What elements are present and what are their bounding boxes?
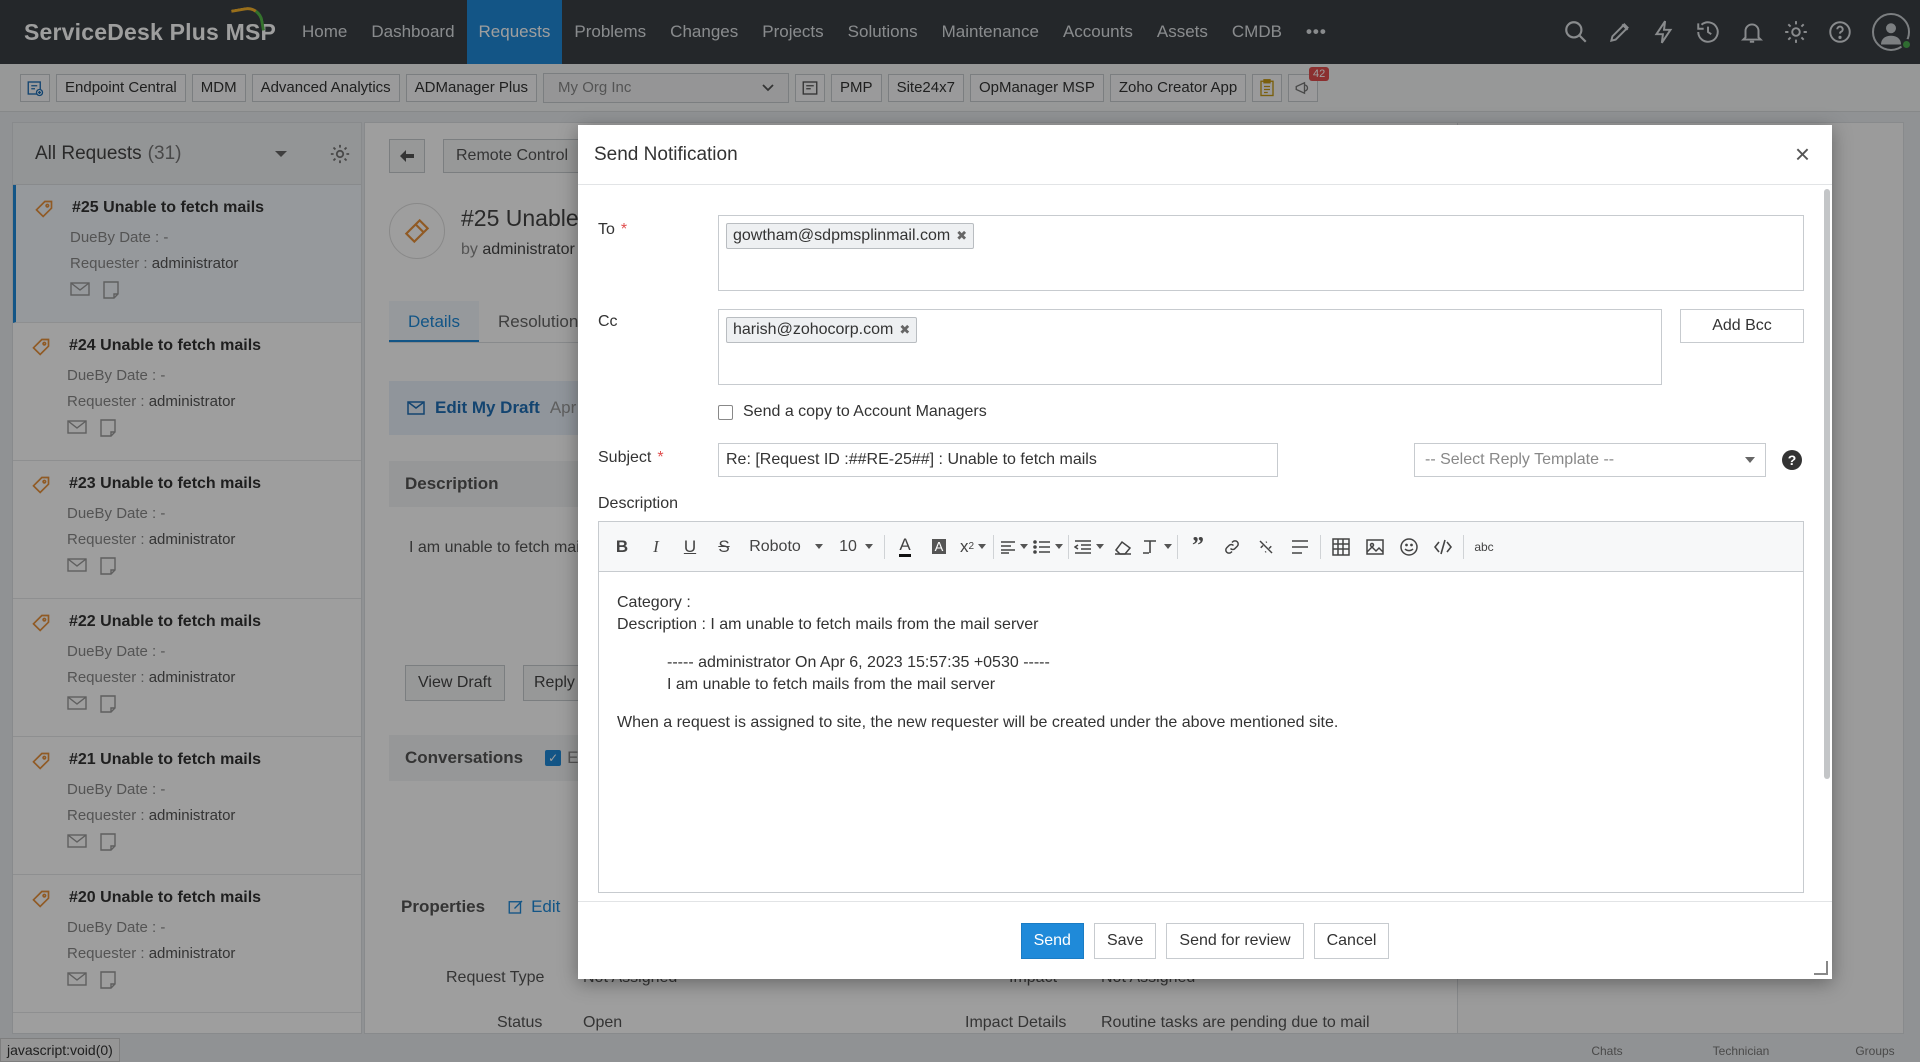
remove-chip-icon[interactable]: ✖ — [956, 228, 967, 244]
italic-icon[interactable]: I — [639, 531, 673, 563]
quoted-message: ----- administrator On Apr 6, 2023 15:57… — [617, 652, 1785, 696]
subject-label: Subject * — [598, 449, 664, 466]
save-button[interactable]: Save — [1093, 922, 1157, 959]
remove-chip-icon[interactable]: ✖ — [899, 322, 910, 338]
font-family-select[interactable]: Roboto — [741, 531, 831, 563]
to-field[interactable]: gowtham@sdpmsplinmail.com ✖ — [718, 215, 1804, 291]
copy-account-managers-checkbox[interactable] — [718, 404, 733, 420]
superscript-icon[interactable]: x2 — [956, 531, 990, 563]
reply-template-select[interactable]: -- Select Reply Template -- — [1414, 443, 1766, 477]
dialog-header: Send Notification × — [578, 125, 1832, 185]
quote-body: I am unable to fetch mails from the mail… — [667, 676, 996, 693]
add-bcc-button[interactable]: Add Bcc — [1680, 309, 1804, 343]
dialog-scrollbar[interactable] — [1824, 189, 1830, 779]
cc-recipient-chip: harish@zohocorp.com ✖ — [726, 317, 918, 343]
eraser-icon[interactable] — [1106, 531, 1140, 563]
bold-icon[interactable]: B — [605, 531, 639, 563]
table-icon[interactable] — [1324, 531, 1358, 563]
subject-input[interactable]: Re: [Request ID :##RE-25##] : Unable to … — [718, 443, 1278, 477]
site-note: When a request is assigned to site, the … — [617, 714, 1339, 731]
bullet-list-icon[interactable] — [1031, 531, 1065, 563]
cc-field[interactable]: harish@zohocorp.com ✖ — [718, 309, 1662, 385]
link-icon[interactable] — [1215, 531, 1249, 563]
quote-header: ----- administrator On Apr 6, 2023 15:57… — [667, 654, 1050, 671]
close-icon[interactable]: × — [1795, 139, 1810, 170]
blockquote-icon[interactable]: ” — [1181, 531, 1215, 563]
spell-check-icon[interactable]: abc — [1467, 531, 1501, 563]
editor-toolbar: B I U S Roboto 10 A A x2 ” abc — [599, 522, 1803, 572]
to-label: To * — [598, 221, 628, 238]
strikethrough-icon[interactable]: S — [707, 531, 741, 563]
send-notification-dialog: Send Notification × To * gowtham@sdpmspli… — [578, 125, 1832, 979]
emoji-icon[interactable] — [1392, 531, 1426, 563]
help-icon[interactable]: ? — [1782, 450, 1802, 470]
copy-account-managers-label: Send a copy to Account Managers — [743, 403, 987, 420]
highlight-color-icon[interactable]: A — [922, 531, 956, 563]
image-icon[interactable] — [1358, 531, 1392, 563]
dialog-title: Send Notification — [594, 143, 738, 165]
to-recipient-chip: gowtham@sdpmsplinmail.com ✖ — [726, 223, 975, 249]
editor-line-category: Category : — [617, 594, 691, 611]
font-size-select[interactable]: 10 — [831, 531, 881, 563]
align-icon[interactable] — [997, 531, 1031, 563]
dialog-footer: Send Save Send for review Cancel — [578, 901, 1832, 979]
cc-label: Cc — [598, 313, 618, 330]
send-button[interactable]: Send — [1020, 922, 1084, 959]
source-code-icon[interactable] — [1426, 531, 1460, 563]
account-managers-row: Send a copy to Account Managers — [718, 403, 987, 421]
text-color-icon[interactable]: A — [888, 531, 922, 563]
clear-format-icon[interactable] — [1140, 531, 1174, 563]
underline-icon[interactable]: U — [673, 531, 707, 563]
dialog-body: To * gowtham@sdpmsplinmail.com ✖ Cc harish… — [578, 185, 1832, 901]
rich-text-editor: B I U S Roboto 10 A A x2 ” abc Category … — [598, 521, 1804, 893]
editor-line-description: Description : I am unable to fetch mails… — [617, 616, 1039, 633]
send-for-review-button[interactable]: Send for review — [1166, 922, 1304, 959]
description-label: Description — [598, 495, 679, 512]
indent-icon[interactable] — [1072, 531, 1106, 563]
editor-content[interactable]: Category : Description : I am unable to … — [599, 572, 1803, 754]
horizontal-line-icon[interactable] — [1283, 531, 1317, 563]
unlink-icon[interactable] — [1249, 531, 1283, 563]
resize-handle[interactable] — [1814, 961, 1828, 975]
cancel-button[interactable]: Cancel — [1313, 922, 1390, 959]
